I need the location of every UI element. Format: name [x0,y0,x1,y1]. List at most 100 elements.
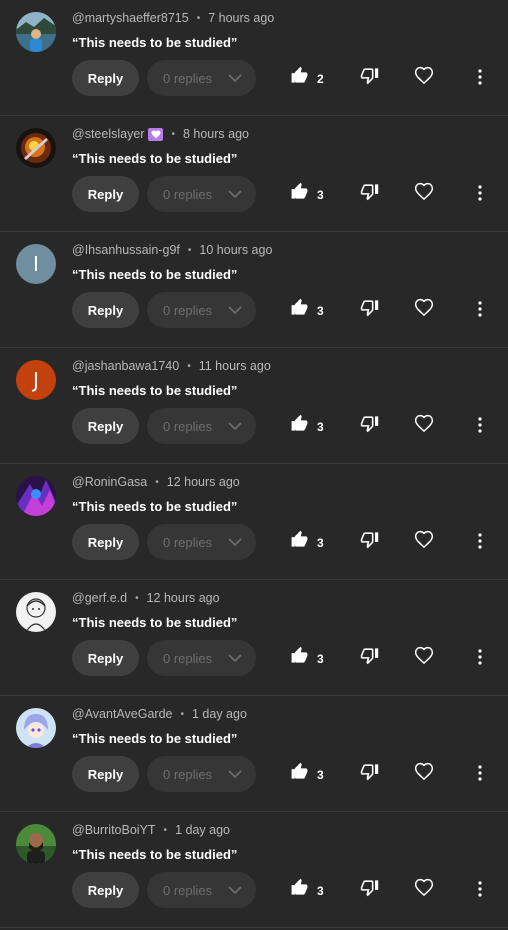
avatar[interactable] [16,592,56,632]
more-vert-icon[interactable] [472,532,488,550]
reply-button[interactable]: Reply [72,524,139,560]
like-count: 3 [317,188,324,202]
replies-dropdown[interactable]: 0 replies [147,524,256,560]
like-count: 3 [317,652,324,666]
thumbs-down-icon[interactable] [360,762,379,781]
timestamp[interactable]: 1 day ago [192,707,247,721]
like-count: 3 [317,304,324,318]
comment-meta: @steelslayer • 8 hours ago [72,127,249,141]
author-handle[interactable]: @AvantAveGarde [72,707,172,721]
more-vert-icon[interactable] [472,184,488,202]
thumbs-down-icon[interactable] [360,878,379,897]
heart-icon[interactable] [414,530,434,550]
member-badge-icon [148,127,164,141]
avatar-image [16,708,56,748]
timestamp[interactable]: 12 hours ago [167,475,240,489]
separator-dot: • [180,708,184,720]
heart-icon[interactable] [414,646,434,666]
avatar[interactable]: J [16,360,56,400]
avatar[interactable] [16,476,56,516]
heart-icon[interactable] [414,182,434,202]
like-count: 3 [317,884,324,898]
author-handle[interactable]: @jashanbawa1740 [72,359,179,373]
more-vert-icon[interactable] [472,68,488,86]
more-vert-icon[interactable] [472,300,488,318]
like-button[interactable] [290,182,309,201]
thumbs-up-icon [291,66,308,83]
chevron-down-icon [228,770,242,779]
avatar[interactable] [16,824,56,864]
timestamp[interactable]: 10 hours ago [199,243,272,257]
replies-label: 0 replies [163,302,213,318]
chevron-down-icon [228,422,242,431]
reply-button[interactable]: Reply [72,292,139,328]
reply-button[interactable]: Reply [72,872,139,908]
comment-meta: @AvantAveGarde • 1 day ago [72,707,247,721]
replies-label: 0 replies [163,766,213,782]
replies-dropdown[interactable]: 0 replies [147,176,256,212]
comment-text: “This needs to be studied” [72,267,238,282]
avatar-image [16,592,56,632]
heart-icon[interactable] [414,66,434,86]
timestamp[interactable]: 7 hours ago [208,11,274,25]
like-button[interactable] [290,646,309,665]
thumbs-down-icon[interactable] [360,298,379,317]
thumbs-down-icon[interactable] [360,414,379,433]
reply-button[interactable]: Reply [72,60,139,96]
avatar[interactable] [16,12,56,52]
author-handle[interactable]: @martyshaeffer8715 [72,11,189,25]
more-vert-icon[interactable] [472,880,488,898]
author-handle[interactable]: @RoninGasa [72,475,147,489]
thumbs-down-icon[interactable] [360,530,379,549]
reply-button[interactable]: Reply [72,756,139,792]
reply-button[interactable]: Reply [72,640,139,676]
thumbs-up-icon [291,414,308,431]
replies-dropdown[interactable]: 0 replies [147,408,256,444]
thumbs-down-icon[interactable] [360,66,379,85]
replies-dropdown[interactable]: 0 replies [147,756,256,792]
timestamp[interactable]: 12 hours ago [147,591,220,605]
like-button[interactable] [290,298,309,317]
heart-icon[interactable] [414,414,434,434]
chevron-down-icon [228,886,242,895]
thumbs-up-icon [291,298,308,315]
more-vert-icon[interactable] [472,416,488,434]
timestamp[interactable]: 1 day ago [175,823,230,837]
more-vert-icon[interactable] [472,764,488,782]
comment-meta: @jashanbawa1740 • 11 hours ago [72,359,271,373]
author-handle[interactable]: @steelslayer [72,127,144,141]
separator-dot: • [155,476,159,488]
replies-dropdown[interactable]: 0 replies [147,60,256,96]
reply-button[interactable]: Reply [72,408,139,444]
author-handle[interactable]: @gerf.e.d [72,591,127,605]
like-button[interactable] [290,414,309,433]
replies-dropdown[interactable]: 0 replies [147,292,256,328]
heart-icon[interactable] [414,298,434,318]
timestamp[interactable]: 11 hours ago [199,359,271,373]
avatar[interactable] [16,128,56,168]
replies-dropdown[interactable]: 0 replies [147,872,256,908]
heart-icon[interactable] [414,878,434,898]
reply-button[interactable]: Reply [72,176,139,212]
like-button[interactable] [290,878,309,897]
avatar-image [16,12,56,52]
author-handle[interactable]: @BurritoBoiYT [72,823,156,837]
thumbs-down-icon[interactable] [360,182,379,201]
comment: @martyshaeffer8715 • 7 hours ago “This n… [0,0,508,116]
like-button[interactable] [290,530,309,549]
comment-text: “This needs to be studied” [72,151,238,166]
like-count: 3 [317,420,324,434]
separator-dot: • [187,244,192,256]
like-button[interactable] [290,66,309,85]
author-handle[interactable]: @Ihsanhussain-g9f [72,243,180,257]
timestamp[interactable]: 8 hours ago [183,127,249,141]
replies-dropdown[interactable]: 0 replies [147,640,256,676]
comment: @RoninGasa • 12 hours ago “This needs to… [0,464,508,580]
more-vert-icon[interactable] [472,648,488,666]
heart-icon[interactable] [414,762,434,782]
avatar[interactable] [16,708,56,748]
avatar[interactable]: I [16,244,56,284]
comment: J @jashanbawa1740 • 11 hours ago “This n… [0,348,508,464]
thumbs-down-icon[interactable] [360,646,379,665]
like-button[interactable] [290,762,309,781]
